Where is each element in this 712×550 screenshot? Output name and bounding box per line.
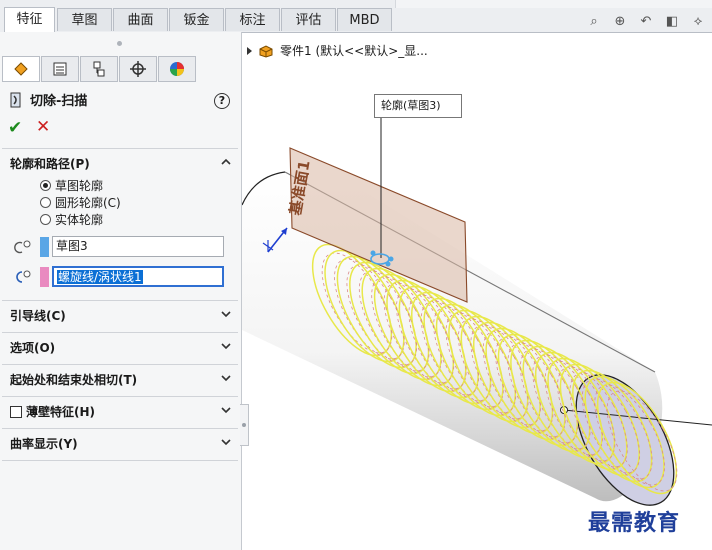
section-profile-path[interactable]: 轮廓和路径(P) [10, 155, 90, 172]
configuration-icon [93, 61, 105, 77]
profile-color-swatch [40, 237, 49, 257]
profile-selection-row: 草图3 [8, 235, 228, 259]
feature-title-text: 切除-扫描 [30, 94, 88, 109]
appearance-pie-icon [170, 62, 184, 76]
divider [2, 332, 238, 333]
section-guide-curves[interactable]: 引导线(C) [10, 307, 66, 324]
profile-point [370, 250, 376, 256]
view-toolbar: ⌕ ⊕ ↶ ◧ ⟡ [586, 14, 706, 30]
property-list-icon [53, 62, 67, 76]
divider [2, 428, 238, 429]
crosshair-icon [130, 61, 146, 77]
profile-point [388, 256, 394, 262]
previous-view-icon[interactable]: ↶ [638, 14, 654, 30]
chevron-down-icon[interactable] [220, 340, 232, 352]
divider [2, 460, 238, 461]
feature-tree-icon [14, 62, 28, 76]
toolbar-strip [395, 0, 712, 8]
part-icon [259, 44, 273, 58]
profile-callout[interactable]: 轮廓(草图3) [374, 94, 462, 118]
chevron-down-icon[interactable] [220, 404, 232, 416]
path-selection-box[interactable]: 螺旋线/涡状线1 [52, 266, 224, 287]
path-selection-value: 螺旋线/涡状线1 [57, 270, 143, 284]
callout-text: 轮廓(草图3) [381, 99, 441, 112]
thin-feature-label: 薄壁特征(H) [26, 405, 96, 419]
command-manager-tabs: 特征 草图 曲面 钣金 标注 评估 MBD ⌕ ⊕ ↶ ◧ ⟡ [0, 0, 712, 33]
tab-surfaces[interactable]: 曲面 [113, 8, 168, 31]
watermark-logo: 最需教育 [588, 510, 681, 536]
chevron-down-icon[interactable] [220, 436, 232, 448]
tab-annotation[interactable]: 标注 [225, 8, 280, 31]
radio-label: 实体轮廓 [55, 213, 104, 227]
section-start-end-tangency[interactable]: 起始处和结束处相切(T) [10, 371, 137, 388]
feature-title: 切除-扫描 [8, 90, 87, 109]
profile-selection-box[interactable]: 草图3 [52, 236, 224, 257]
divider [2, 300, 238, 301]
manager-tabs [2, 56, 197, 82]
section-view-icon[interactable]: ◧ [664, 14, 680, 30]
chevron-down-icon[interactable] [220, 308, 232, 320]
path-icon [16, 270, 31, 283]
tab-mbd[interactable]: MBD [337, 8, 392, 31]
zoom-to-fit-icon[interactable]: ⌕ [586, 14, 602, 30]
cancel-button[interactable]: ✕ [36, 117, 50, 137]
configuration-manager-tab[interactable] [80, 56, 118, 82]
radio-label: 圆形轮廓(C) [55, 196, 121, 210]
section-curvature-display[interactable]: 曲率显示(Y) [10, 435, 78, 452]
tab-sketch[interactable]: 草图 [57, 8, 112, 31]
feature-tree-root[interactable]: 零件1 (默认<<默认>_显... [247, 42, 428, 59]
expand-arrow-icon[interactable] [247, 46, 252, 55]
graphics-area[interactable]: 基准面1 零件1 (默认<<默认>_显... 轮廓(草图3) 最需教育 [242, 33, 712, 550]
cut-sweep-icon [10, 92, 21, 107]
profile-point [385, 261, 391, 267]
radio-dot[interactable] [40, 180, 51, 191]
part-name: 零件1 (默认<<默认>_显... [280, 44, 428, 58]
radio-circular-profile[interactable]: 圆形轮廓(C) [40, 194, 121, 211]
thin-feature-checkbox[interactable] [10, 405, 22, 418]
help-icon[interactable]: ? [214, 93, 230, 109]
property-manager-tab[interactable] [41, 56, 79, 82]
tab-features[interactable]: 特征 [4, 7, 55, 32]
profile-selection-value: 草图3 [56, 239, 88, 253]
dimxpert-manager-tab[interactable] [119, 56, 157, 82]
display-manager-tab[interactable] [158, 56, 196, 82]
path-selection-row: 螺旋线/涡状线1 [8, 265, 228, 289]
radio-solid-profile[interactable]: 实体轮廓 [40, 211, 103, 228]
feature-manager-tab[interactable] [2, 56, 40, 82]
model-view: 基准面1 [242, 107, 712, 506]
ok-button[interactable]: ✔ [8, 118, 22, 138]
section-options[interactable]: 选项(O) [10, 339, 55, 356]
radio-label: 草图轮廓 [55, 179, 104, 193]
radio-sketch-profile[interactable]: 草图轮廓 [40, 177, 103, 194]
zoom-area-icon[interactable]: ⊕ [612, 14, 628, 30]
chevron-down-icon[interactable] [220, 372, 232, 384]
divider [2, 396, 238, 397]
profile-icon [14, 240, 31, 254]
tab-evaluate[interactable]: 评估 [281, 8, 336, 31]
path-color-swatch [40, 267, 49, 287]
tab-sheet-metal[interactable]: 钣金 [169, 8, 224, 31]
view-orientation-icon[interactable]: ⟡ [690, 14, 706, 30]
radio-dot[interactable] [40, 197, 51, 208]
chevron-up-icon[interactable] [220, 156, 232, 168]
section-thin-feature[interactable]: 薄壁特征(H) [10, 403, 95, 420]
divider [2, 364, 238, 365]
radio-dot[interactable] [40, 214, 51, 225]
divider [2, 148, 238, 149]
panel-grip[interactable] [117, 41, 122, 46]
property-manager: 切除-扫描 ? ✔ ✕ 轮廓和路径(P) 草图轮廓 圆形轮廓(C) 实体轮廓 草… [0, 32, 242, 550]
